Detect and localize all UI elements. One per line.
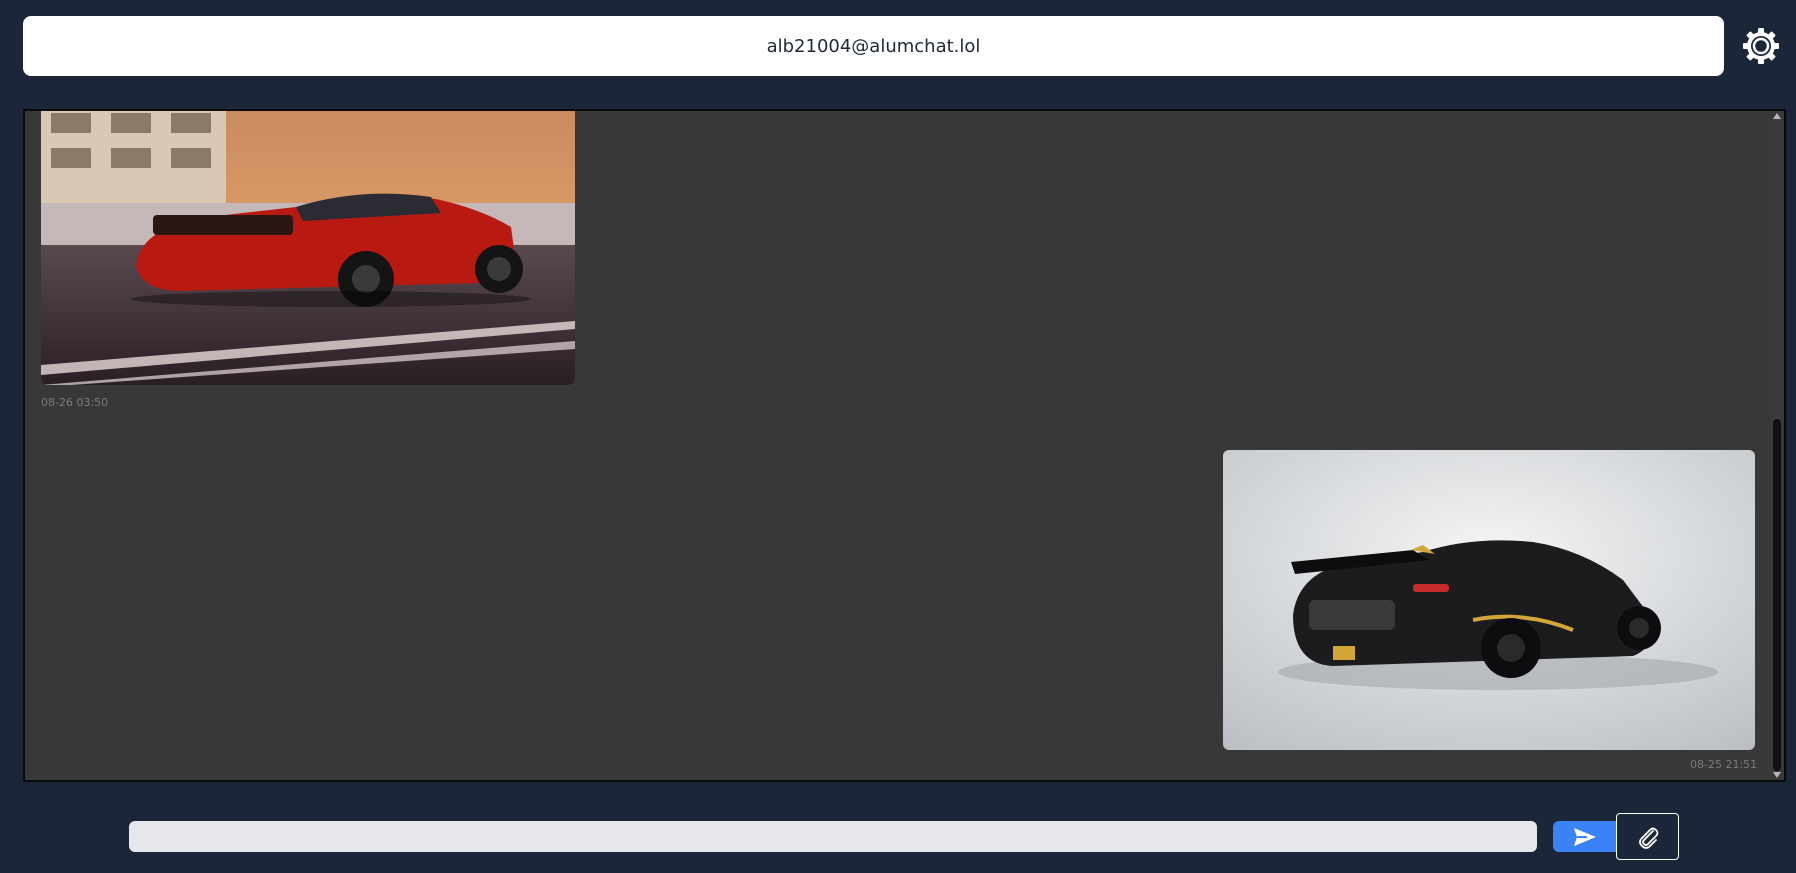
settings-button[interactable] <box>1742 27 1780 65</box>
contact-address: alb21004@alumchat.lol <box>766 35 981 57</box>
send-button[interactable] <box>1553 821 1617 852</box>
contact-header: alb21004@alumchat.lol <box>23 16 1724 76</box>
message-list[interactable]: 08-26 03:50 08-25 21:51 <box>23 109 1786 782</box>
message-image-received[interactable] <box>41 111 575 385</box>
message-timestamp: 08-25 21:51 <box>1690 758 1758 771</box>
message-image-sent[interactable] <box>1223 450 1755 750</box>
message-timestamp: 08-26 03:50 <box>41 396 109 409</box>
send-icon <box>1574 827 1596 846</box>
paperclip-icon <box>1638 827 1658 849</box>
message-input[interactable] <box>129 821 1537 852</box>
scroll-down-arrow-icon[interactable] <box>1773 772 1781 778</box>
scrollbar-thumb[interactable] <box>1773 419 1781 771</box>
black-gold-supercar-photo <box>1223 450 1755 750</box>
scroll-up-arrow-icon[interactable] <box>1773 113 1781 119</box>
red-muscle-car-photo <box>41 111 575 385</box>
chat-scrollbar[interactable] <box>1770 111 1784 780</box>
gear-icon <box>1743 28 1779 64</box>
attach-file-button[interactable] <box>1616 813 1679 860</box>
